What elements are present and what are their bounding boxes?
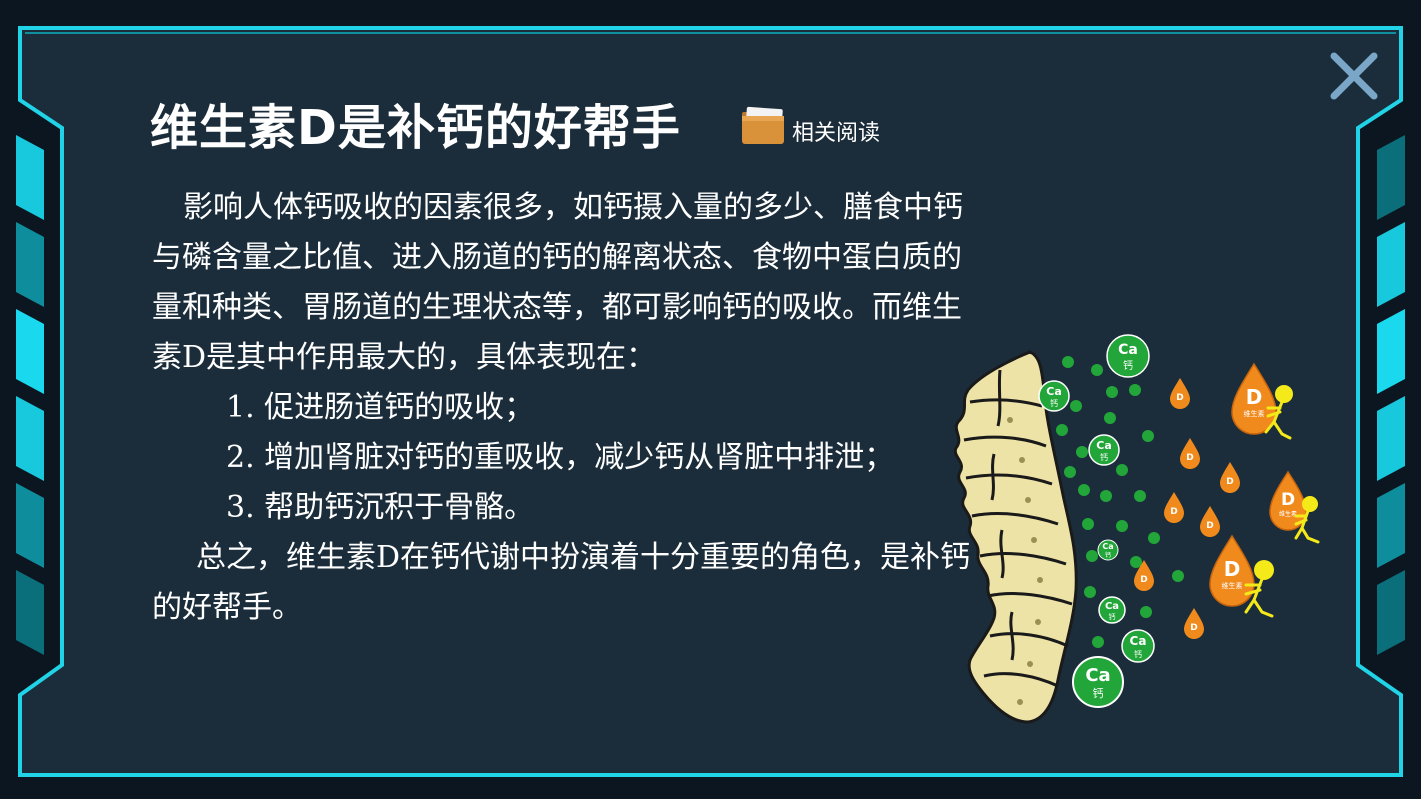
svg-text:D: D [1206,521,1213,531]
svg-text:维生素: 维生素 [1244,409,1265,418]
list-item: 1. 促进肠道钙的吸收； [226,390,535,425]
svg-text:D: D [1170,507,1177,517]
svg-text:Ca: Ca [1046,385,1062,398]
svg-text:维生素: 维生素 [1222,581,1243,590]
svg-text:维生素: 维生素 [1279,510,1297,518]
related-reading-link[interactable]: 相关阅读 [740,104,880,148]
vitamin-d-drop: D [1180,438,1200,469]
calcium-ball: Ca 钙 [1038,380,1070,412]
svg-text:钙: 钙 [1123,359,1133,372]
svg-text:D: D [1226,477,1233,487]
svg-text:D: D [1224,557,1241,581]
svg-text:Ca: Ca [1102,542,1113,551]
vitamin-d-drop: D [1220,462,1240,493]
svg-text:钙: 钙 [1100,452,1108,462]
svg-text:钙: 钙 [1050,398,1058,408]
svg-text:钙: 钙 [1134,649,1142,659]
svg-text:Ca: Ca [1085,665,1110,686]
vitamin-d-drop: D [1170,378,1190,409]
intro-paragraph: 影响人体钙吸收的因素很多，如钙摄入量的多少、膳食中钙与磷含量之比值、进入肠道的钙… [152,190,963,375]
vitamin-d-drop: D [1184,608,1204,639]
calcium-ball: Ca 钙 [1098,596,1126,624]
list-item: 2. 增加肾脏对钙的重吸收，减少钙从肾脏中排泄； [226,440,895,475]
svg-text:Ca: Ca [1105,601,1119,612]
calcium-ball: Ca 钙 [1072,656,1124,708]
page-title: 维生素D是补钙的好帮手 [150,100,681,156]
list-item: 3. 帮助钙沉积于骨骼。 [226,490,535,525]
spine-illustration: Ca 钙 Ca 钙 Ca 钙 Ca 钙 Ca 钙 Ca 钙 Ca 钙 D D D… [953,334,1320,724]
vitamin-d-drop: D [1164,492,1184,523]
calcium-ball: Ca 钙 [1088,434,1120,466]
svg-text:D: D [1246,385,1263,409]
vitamin-d-drop-large: D 维生素 [1209,534,1255,607]
svg-text:Ca: Ca [1130,634,1147,648]
related-reading-label: 相关阅读 [792,121,881,146]
folder-icon [742,106,784,144]
svg-text:钙: 钙 [1105,551,1111,559]
svg-text:D: D [1281,490,1295,510]
right-decor-tabs [1377,135,1405,655]
svg-text:钙: 钙 [1093,686,1104,700]
svg-text:D: D [1190,623,1197,633]
svg-text:Ca: Ca [1118,342,1138,358]
svg-text:Ca: Ca [1096,439,1112,452]
left-decor-tabs [16,135,44,655]
svg-text:钙: 钙 [1109,612,1116,621]
close-button[interactable] [1326,48,1382,104]
close-icon [1330,52,1378,100]
vitamin-d-drop-large: D 维生素 [1231,362,1277,435]
svg-text:D: D [1176,393,1183,403]
calcium-ball: Ca 钙 [1097,539,1119,561]
article-body: 影响人体钙吸收的因素很多，如钙摄入量的多少、膳食中钙与磷含量之比值、进入肠道的钙… [152,183,982,633]
vitamin-d-drop: D [1200,506,1220,537]
conclusion-paragraph: 总之，维生素D在钙代谢中扮演着十分重要的角色，是补钙的好帮手。 [152,540,971,625]
calcium-ball: Ca 钙 [1106,334,1150,378]
calcium-ball: Ca 钙 [1121,629,1155,663]
svg-text:D: D [1140,575,1147,585]
svg-text:D: D [1186,453,1193,463]
